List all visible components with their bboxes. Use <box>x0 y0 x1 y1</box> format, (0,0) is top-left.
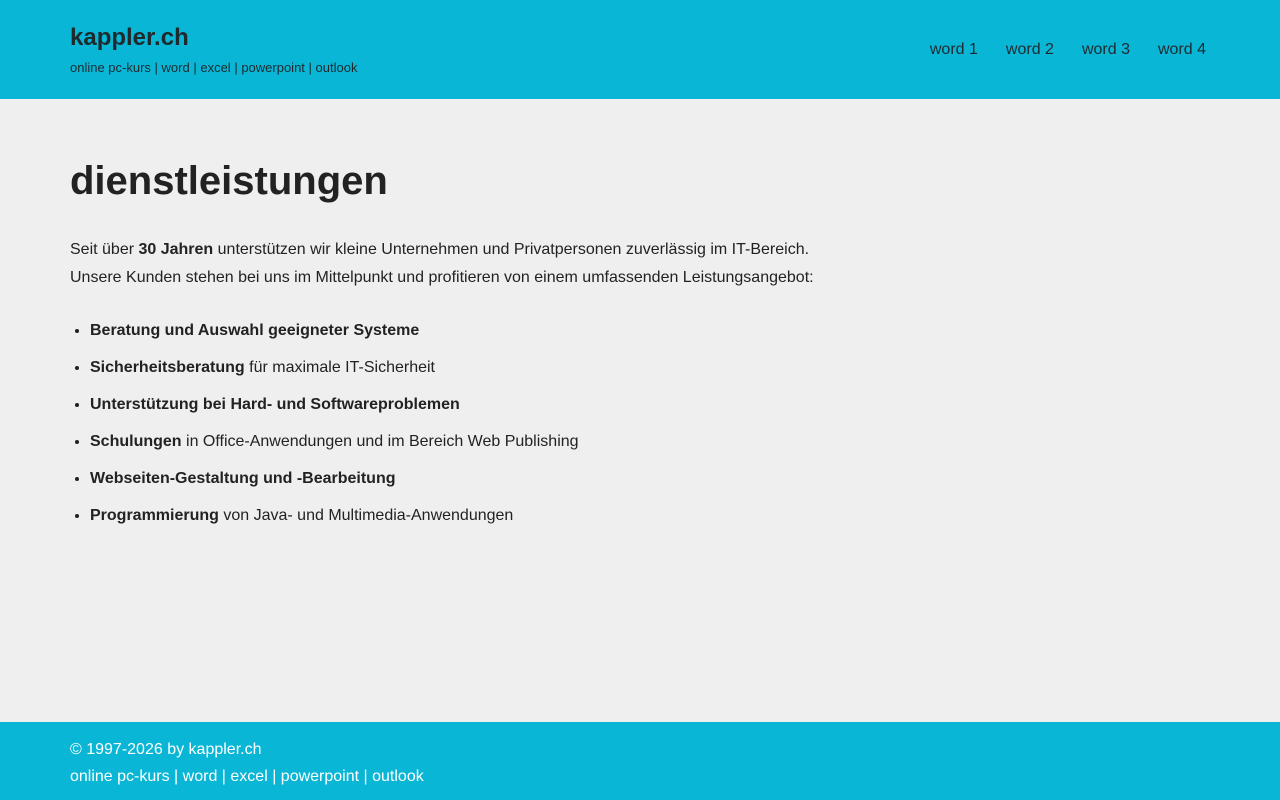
service-item-bold: Schulungen <box>90 433 182 450</box>
footer-content: © 1997-2026 by kappler.ch online pc-kurs… <box>70 736 424 790</box>
footer-link-outlook[interactable]: outlook <box>372 768 424 785</box>
service-item: Beratung und Auswahl geeigneter Systeme <box>90 320 1210 342</box>
service-item-rest: in Office-Anwendungen und im Bereich Web… <box>181 433 579 450</box>
tagline-part: online pc-kurs <box>70 60 151 75</box>
tagline-part: powerpoint <box>241 60 305 75</box>
site-title-link[interactable]: kappler.ch <box>70 24 357 52</box>
intro-text-after: unterstützen wir kleine Unternehmen und … <box>213 241 810 258</box>
footer-link-word[interactable]: word <box>183 768 218 785</box>
footer-links: online pc-kurs | word | excel | powerpoi… <box>70 763 424 790</box>
tagline-part: word <box>161 60 190 75</box>
footer-separator: | <box>169 768 183 785</box>
nav-link-word-3[interactable]: word 3 <box>1082 40 1130 60</box>
intro-paragraph-2: Unsere Kunden stehen bei uns im Mittelpu… <box>70 269 814 286</box>
tagline-separator: | <box>189 60 201 75</box>
footer-link-excel[interactable]: excel <box>230 768 267 785</box>
nav-link-word-2[interactable]: word 2 <box>1006 40 1054 60</box>
footer-separator: | <box>267 768 281 785</box>
service-item: Webseiten-Gestaltung und -Bearbeitung <box>90 468 1210 490</box>
main-nav: word 1 word 2 word 3 word 4 <box>930 40 1206 60</box>
service-item-bold: Webseiten-Gestaltung und -Bearbeitung <box>90 470 396 487</box>
intro-text: Seit über 30 Jahren unterstützen wir kle… <box>70 236 1210 292</box>
copyright: © 1997-2026 by kappler.ch <box>70 741 262 758</box>
brand: kappler.ch online pc-kurs | word | excel… <box>70 24 357 76</box>
site-header: kappler.ch online pc-kurs | word | excel… <box>0 0 1280 99</box>
intro-text-bold: 30 Jahren <box>138 241 214 258</box>
footer-separator: | <box>217 768 231 785</box>
service-item: Sicherheitsberatung für maximale IT-Sich… <box>90 357 1210 379</box>
site-footer: © 1997-2026 by kappler.ch online pc-kurs… <box>0 722 1280 800</box>
intro-paragraph-1: Seit über 30 Jahren unterstützen wir kle… <box>70 236 1210 264</box>
tagline-separator: | <box>304 60 316 75</box>
page-title: dienstleistungen <box>70 159 388 203</box>
footer-link-powerpoint[interactable]: powerpoint <box>281 768 359 785</box>
nav-link-word-1[interactable]: word 1 <box>930 40 978 60</box>
intro-text-before: Seit über <box>70 241 139 258</box>
footer-separator: | <box>359 768 373 785</box>
tagline-separator: | <box>230 60 242 75</box>
tagline-part: excel <box>200 60 231 75</box>
service-item: Programmierung von Java- und Multimedia-… <box>90 505 1210 527</box>
service-item: Schulungen in Office-Anwendungen und im … <box>90 431 1210 453</box>
service-item-rest: von Java- und Multimedia-Anwendungen <box>218 507 514 524</box>
tagline-part: outlook <box>315 60 358 75</box>
main-content: dienstleistungen Seit über 30 Jahren unt… <box>70 156 1210 542</box>
service-item-rest: für maximale IT-Sicherheit <box>244 359 435 376</box>
service-item: Unterstützung bei Hard- und Softwareprob… <box>90 394 1210 416</box>
service-item-bold: Beratung und Auswahl geeigneter Systeme <box>90 322 420 339</box>
tagline-separator: | <box>150 60 162 75</box>
tagline: online pc-kurs | word | excel | powerpoi… <box>70 60 357 76</box>
footer-link-pc-kurs[interactable]: online pc-kurs <box>70 768 170 785</box>
nav-link-word-4[interactable]: word 4 <box>1158 40 1206 60</box>
service-item-bold: Programmierung <box>90 507 219 524</box>
service-item-bold: Sicherheitsberatung <box>90 359 245 376</box>
service-item-bold: Unterstützung bei Hard- und Softwareprob… <box>90 396 460 413</box>
services-list: Beratung und Auswahl geeigneter Systeme … <box>70 320 1210 527</box>
